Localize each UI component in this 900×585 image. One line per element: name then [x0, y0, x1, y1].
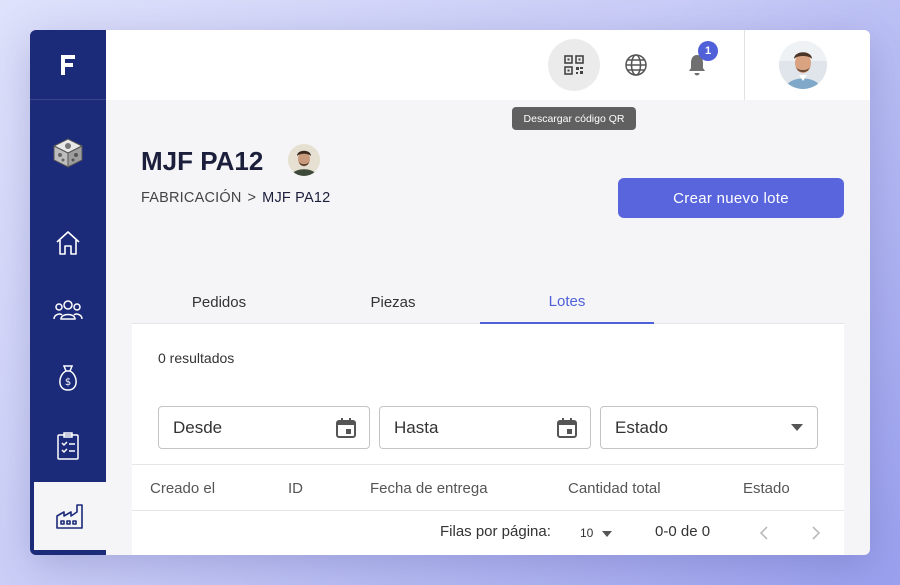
tab-lotes[interactable]: Lotes — [480, 280, 654, 324]
pagination-range: 0-0 de 0 — [655, 523, 711, 540]
sidebar-item-users[interactable] — [30, 287, 106, 333]
sidebar-item-finance[interactable]: $ — [30, 355, 106, 401]
svg-text:$: $ — [65, 377, 71, 388]
status-select-label: Estado — [615, 417, 668, 437]
rows-dropdown-icon[interactable] — [602, 531, 612, 537]
create-batch-button[interactable]: Crear nuevo lote — [618, 178, 844, 218]
sidebar: F — [30, 30, 106, 555]
date-to-field[interactable]: Hasta — [379, 406, 591, 449]
next-page-icon[interactable] — [811, 526, 821, 540]
column-status[interactable]: Estado — [743, 465, 790, 512]
pagination: Filas por página: 10 0-0 de 0 — [132, 511, 844, 555]
table-header: Creado el ID Fecha de entrega Cantidad t… — [132, 464, 844, 511]
user-avatar[interactable] — [779, 41, 827, 89]
factory-icon — [56, 504, 83, 529]
sidebar-item-printer[interactable] — [30, 130, 106, 176]
column-id[interactable]: ID — [288, 465, 303, 512]
top-bar: 1 — [106, 30, 870, 100]
results-count: 0 resultados — [158, 350, 235, 366]
dropdown-arrow-icon — [791, 424, 803, 431]
users-icon — [53, 300, 83, 320]
tab-piezas[interactable]: Piezas — [306, 280, 480, 324]
breadcrumb-current: MJF PA12 — [262, 190, 331, 206]
tab-bar: Pedidos Piezas Lotes — [132, 280, 844, 324]
topbar-divider — [744, 30, 745, 100]
notification-badge: 1 — [698, 41, 718, 61]
status-select[interactable]: Estado — [600, 406, 818, 449]
sidebar-item-reports[interactable] — [30, 423, 106, 469]
clipboard-icon — [57, 432, 79, 460]
qr-tooltip: Descargar código QR — [512, 107, 636, 130]
column-total-quantity[interactable]: Cantidad total — [568, 465, 661, 512]
calendar-icon[interactable] — [556, 417, 578, 439]
app-logo[interactable]: F — [30, 30, 106, 100]
batches-panel: 0 resultados Desde Hasta Estado Creado e… — [132, 324, 844, 555]
calendar-icon[interactable] — [335, 417, 357, 439]
page-title: MJF PA12 — [141, 146, 264, 176]
home-icon — [56, 231, 80, 255]
qr-code-icon — [564, 55, 584, 75]
app-window: F — [30, 30, 870, 555]
column-created[interactable]: Creado el — [150, 465, 215, 512]
breadcrumb-parent[interactable]: FABRICACIÓN — [141, 190, 242, 206]
owner-avatar[interactable] — [288, 144, 320, 176]
rows-per-page-label: Filas por página: — [440, 523, 551, 540]
column-delivery-date[interactable]: Fecha de entrega — [370, 465, 488, 512]
3d-printer-icon — [52, 138, 84, 168]
money-bag-icon: $ — [59, 365, 77, 391]
rows-per-page-select[interactable]: 10 — [580, 526, 593, 540]
sidebar-item-home[interactable] — [30, 220, 106, 266]
qr-download-button[interactable] — [548, 39, 600, 91]
breadcrumb-separator: > — [247, 190, 257, 206]
date-to-label: Hasta — [394, 417, 439, 437]
language-button[interactable] — [624, 53, 648, 82]
globe-icon — [625, 54, 647, 76]
tab-pedidos[interactable]: Pedidos — [132, 280, 306, 324]
date-from-label: Desde — [173, 417, 223, 437]
previous-page-icon[interactable] — [759, 526, 769, 540]
sidebar-item-manufacturing[interactable] — [34, 482, 106, 550]
breadcrumb: FABRICACIÓN > MJF PA12 — [141, 190, 330, 206]
date-from-field[interactable]: Desde — [158, 406, 370, 449]
